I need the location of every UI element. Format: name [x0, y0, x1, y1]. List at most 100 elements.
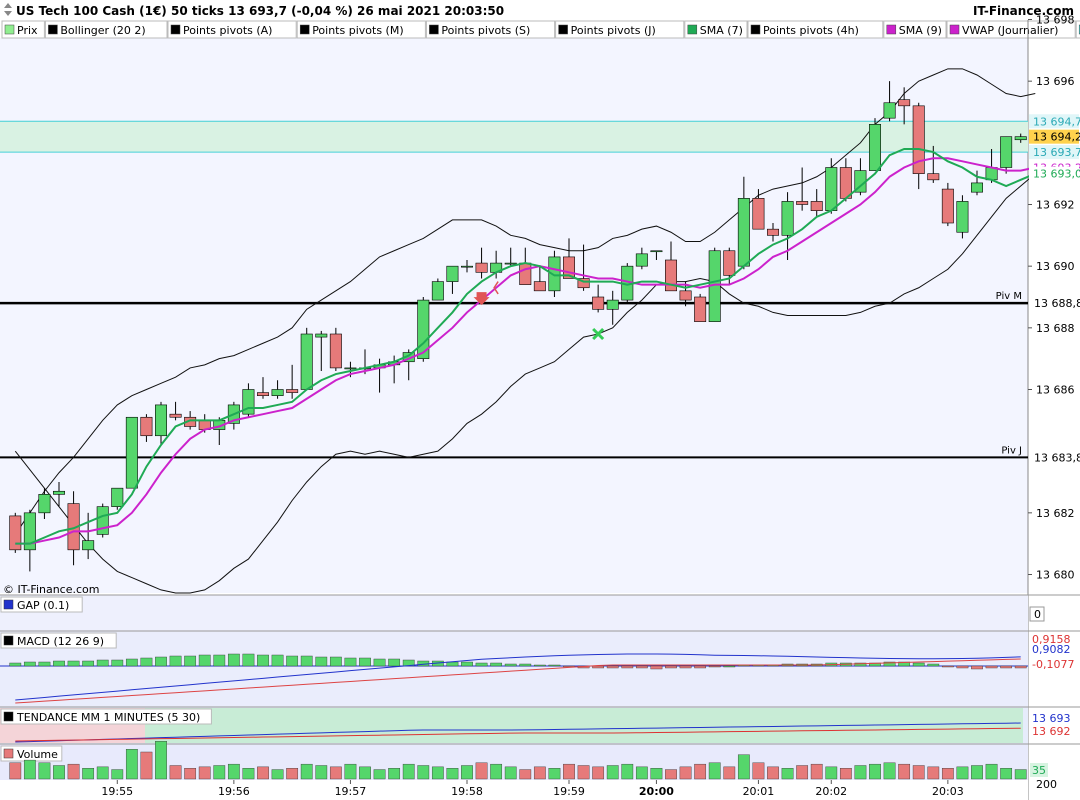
candle-up[interactable] [82, 540, 95, 551]
candle-down[interactable] [257, 392, 269, 396]
volume-bar [38, 762, 51, 780]
candle-up[interactable] [155, 404, 167, 437]
macd-histogram-bar [635, 665, 648, 669]
macd-histogram-bar [985, 665, 998, 669]
volume-bar [941, 768, 954, 780]
volume-bar [563, 763, 575, 780]
candle-up[interactable] [271, 389, 284, 396]
macd-histogram-bar [257, 654, 269, 667]
macd-histogram-bar [9, 662, 22, 667]
candle-down[interactable] [286, 389, 299, 393]
candle-down[interactable] [767, 228, 779, 236]
candle-down[interactable] [592, 296, 605, 310]
y-tick-label: 13 692 [1036, 199, 1075, 212]
volume-bar [271, 769, 284, 780]
volume-bar [796, 765, 809, 780]
candle-up[interactable] [53, 490, 65, 495]
candle-down[interactable] [694, 296, 707, 322]
candle-up[interactable] [431, 281, 444, 301]
legend: Prix Bollinger (20 2) Points pivots (A) Poi… [1, 20, 1080, 39]
price-label: 13 694,2 [1033, 131, 1080, 144]
legend-swatch [299, 24, 310, 35]
macd-histogram-bar [548, 664, 561, 667]
macd-histogram-bar [53, 660, 65, 667]
volume-bar [985, 763, 998, 780]
y-tick-label: 13 686 [1036, 384, 1075, 397]
candle-up[interactable] [635, 253, 648, 267]
candle-down[interactable] [898, 99, 911, 107]
volume-bar [883, 762, 896, 780]
volume-bar [737, 754, 750, 780]
candle-up[interactable] [869, 124, 881, 171]
macd-histogram-bar [912, 662, 925, 667]
macd-histogram-bar [169, 655, 182, 667]
candle-down[interactable] [9, 515, 22, 551]
candle-up[interactable] [38, 494, 51, 514]
macd-panel [0, 631, 1028, 707]
candle-down[interactable] [533, 281, 546, 292]
price-label: 13 694,7 [1033, 115, 1080, 128]
candle-down[interactable] [941, 188, 954, 224]
volume-bar [344, 763, 357, 780]
candle-down[interactable] [679, 290, 692, 301]
candle-down[interactable] [140, 416, 153, 437]
volume-bar [694, 763, 707, 780]
volume-bar [869, 763, 881, 780]
candle-up[interactable] [1000, 136, 1013, 168]
candle-up[interactable] [650, 250, 663, 253]
candle-up[interactable] [737, 198, 750, 267]
macd-histogram-bar [198, 654, 211, 667]
macd-histogram-bar [155, 656, 167, 667]
volume-bar [839, 768, 852, 780]
candle-down[interactable] [329, 333, 342, 369]
macd-histogram-bar [490, 662, 503, 667]
macd-histogram-bar [242, 653, 255, 667]
candle-up[interactable] [883, 102, 896, 119]
pivot-line-name: Piv J [1001, 445, 1022, 456]
candle-up[interactable] [446, 265, 459, 282]
candle-down[interactable] [475, 262, 488, 273]
legend-swatch [687, 24, 698, 35]
volume-bar [23, 759, 36, 780]
legend-item-label: Points pivots (M) [312, 24, 403, 37]
candle-up[interactable] [315, 333, 328, 338]
candle-up[interactable] [96, 506, 109, 535]
candle-up[interactable] [461, 265, 473, 268]
candle-up[interactable] [300, 333, 313, 390]
volume-bar [300, 763, 313, 780]
volume-bar [781, 768, 794, 780]
candle-up[interactable] [344, 367, 357, 370]
candle-up[interactable] [781, 201, 794, 236]
candle-down[interactable] [723, 250, 736, 276]
volume-bar [504, 766, 517, 780]
candle-up[interactable] [971, 182, 983, 193]
macd-histogram-bar [82, 660, 95, 667]
candle-up[interactable] [825, 167, 838, 211]
candle-down[interactable] [810, 201, 823, 211]
candle-up[interactable] [111, 487, 124, 507]
macd-histogram-bar [971, 665, 983, 670]
macd-histogram-bar [213, 654, 226, 667]
pivot-line-name: Piv M [996, 291, 1022, 302]
volume-bar [752, 762, 765, 780]
volume-bar [198, 766, 211, 780]
panel-swatch [3, 599, 14, 610]
candle-up[interactable] [125, 416, 138, 489]
candle-down[interactable] [796, 201, 809, 205]
macd-histogram-bar [533, 664, 546, 667]
candle-up[interactable] [606, 299, 619, 310]
candle-up[interactable] [1014, 136, 1027, 141]
candle-down[interactable] [752, 198, 765, 230]
macd-histogram-bar [140, 657, 153, 667]
candle-down[interactable] [927, 173, 940, 181]
price-chart: US Tech 100 Cash (1€) 50 ticks 13 693,7 … [0, 0, 1080, 800]
candle-down[interactable] [519, 262, 532, 285]
candle-up[interactable] [956, 201, 969, 233]
legend-item-label: Points pivots (A) [183, 24, 272, 37]
candle-down[interactable] [169, 413, 182, 418]
volume-bar [650, 768, 663, 780]
volume-bar [53, 765, 65, 780]
y-tick-label: 13 682 [1036, 507, 1075, 520]
panel-label: Volume [17, 748, 58, 761]
candle-up[interactable] [504, 262, 517, 265]
